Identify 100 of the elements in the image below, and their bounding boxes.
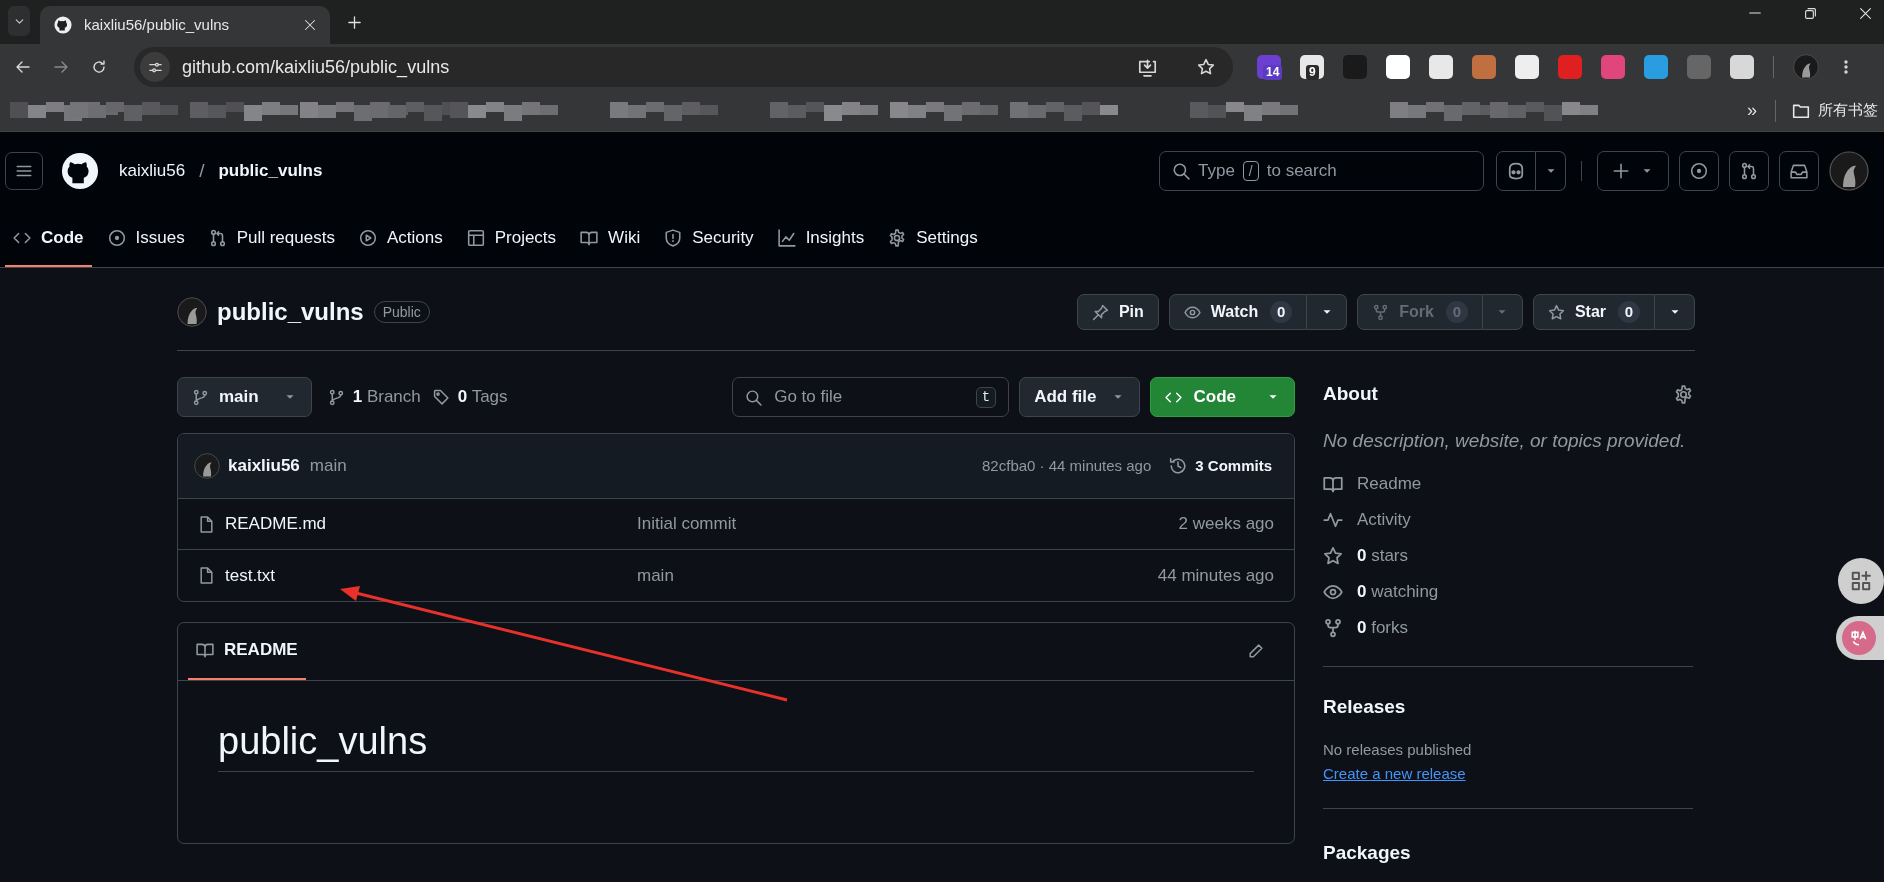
translate-icon (1842, 621, 1876, 655)
extension-icon[interactable] (1386, 55, 1410, 79)
install-icon (1138, 57, 1157, 77)
fork-icon (1372, 303, 1390, 321)
inbox-button[interactable] (1779, 151, 1819, 191)
graph-icon (777, 228, 796, 247)
more-bookmarks-button[interactable]: » (1747, 97, 1757, 124)
tag-icon (432, 388, 450, 406)
star-icon (1547, 303, 1565, 321)
book-icon (196, 641, 214, 659)
path-separator: / (199, 158, 205, 183)
add-file-button[interactable]: Add file (1019, 377, 1140, 417)
translate-button[interactable] (1836, 616, 1884, 660)
back-icon (15, 59, 31, 75)
site-info-button[interactable] (140, 52, 170, 82)
url-text: github.com/kaixliu56/public_vulns (182, 55, 450, 80)
shortcut-key: t (975, 386, 997, 408)
pull-requests-button[interactable] (1729, 151, 1769, 191)
shield-icon (664, 228, 683, 247)
edit-button[interactable] (1247, 643, 1264, 660)
commits-link[interactable]: 3 Commits (1169, 454, 1272, 478)
avatar (194, 453, 220, 479)
repo-link[interactable]: public_vulns (218, 158, 323, 184)
branches-link[interactable]: 1 Branch (352, 384, 421, 410)
plus-icon (1612, 162, 1630, 180)
address-bar[interactable]: github.com/kaixliu56/public_vulns (134, 47, 1233, 87)
tab-list-button[interactable] (8, 6, 30, 36)
grid-icon (1850, 570, 1872, 592)
file-name[interactable]: README.md (225, 511, 637, 537)
search-icon (745, 388, 763, 406)
tags-link[interactable]: 0 Tags (457, 384, 508, 410)
history-icon (1169, 457, 1188, 475)
commit-message[interactable]: Initial commit (637, 511, 737, 537)
about-link[interactable]: 0 forks (1357, 614, 1409, 641)
repo-action-button[interactable]: Star 0 (1532, 294, 1655, 330)
nav-tab[interactable]: Code (5, 210, 92, 267)
section-title: Packages (1323, 840, 1412, 865)
extension-icon[interactable]: 14 (1257, 55, 1281, 79)
nav-tab[interactable]: Actions (350, 210, 451, 267)
nav-tab[interactable]: Settings (880, 210, 986, 267)
bookmark-star-icon (1197, 58, 1215, 76)
all-bookmarks-button[interactable]: 所有书签 (1792, 99, 1878, 122)
nav-tab[interactable]: Pull requests (200, 210, 343, 267)
close-icon (1859, 6, 1872, 20)
repo-action-button[interactable]: Pin (1076, 294, 1159, 330)
about-link[interactable]: 0 stars (1357, 542, 1409, 569)
extension-badge: 9 (1306, 65, 1319, 80)
file-time: 2 weeks ago (1178, 513, 1274, 536)
reload-icon (91, 59, 107, 75)
readme-heading: public_vulns (218, 717, 1254, 772)
code-button[interactable]: Code (1149, 377, 1295, 417)
extension-icon[interactable] (1644, 55, 1668, 79)
file-name[interactable]: test.txt (225, 562, 637, 589)
commit-message[interactable]: main (637, 562, 674, 589)
pencil-icon (1247, 643, 1264, 660)
extension-icon[interactable] (1515, 55, 1539, 79)
go-to-file-field[interactable]: Go to file t (732, 377, 1010, 417)
commit-author[interactable]: kaixliu56 (228, 453, 300, 479)
commit-hash-time[interactable]: 82cfba0 · 44 minutes ago (982, 454, 1152, 478)
about-link[interactable]: 0 watching (1357, 578, 1439, 605)
github-logo[interactable] (61, 152, 99, 190)
branch-icon (327, 388, 345, 406)
settings-icon (1674, 384, 1693, 404)
extension-icon[interactable] (1730, 55, 1754, 79)
table-icon (466, 228, 485, 247)
side-tool-button[interactable] (1838, 558, 1884, 604)
extension-badge: 14 (1263, 65, 1283, 80)
nav-tab[interactable]: Projects (458, 210, 565, 267)
menu-button[interactable] (5, 152, 43, 190)
section-title: Releases (1323, 694, 1407, 719)
create-button[interactable] (1597, 151, 1669, 191)
nav-tab[interactable]: Security (656, 210, 762, 267)
extension-icon[interactable] (1429, 55, 1453, 79)
issues-button[interactable] (1679, 151, 1719, 191)
repo-description: No description, website, or topics provided. (1323, 429, 1687, 453)
close-window-button[interactable] (1859, 6, 1872, 20)
repo-action-button[interactable]: Watch 0 (1168, 294, 1308, 330)
nav-tab[interactable]: Insights (769, 210, 873, 267)
browser-tab[interactable]: kaixliu56/public_vulns (40, 6, 330, 44)
releases-note: No releases published (1323, 740, 1473, 760)
copilot-button[interactable] (1496, 151, 1536, 191)
commit-message[interactable]: main (309, 453, 347, 479)
nav-tab[interactable]: Issues (99, 210, 193, 267)
owner-link[interactable]: kaixliu56 (119, 158, 186, 184)
pull-request-icon (1740, 162, 1758, 180)
nav-tab[interactable]: Wiki (572, 210, 649, 267)
create-release-link[interactable]: Create a new release (1323, 764, 1466, 782)
close-icon (304, 19, 316, 31)
shortcut-key: / (1242, 161, 1259, 181)
branch-selector[interactable]: main (177, 377, 312, 417)
readme-tab[interactable]: README (188, 622, 306, 680)
about-link[interactable]: Readme (1357, 470, 1422, 497)
about-link[interactable]: Activity (1357, 506, 1411, 533)
extension-icon[interactable]: 9 (1300, 55, 1324, 79)
play-icon (358, 228, 377, 247)
tab-title: kaixliu56/public_vulns (84, 14, 230, 35)
inbox-icon (1790, 162, 1808, 180)
restore-button[interactable] (1804, 6, 1817, 20)
settings-button[interactable] (1674, 384, 1693, 404)
search-field[interactable]: Type / to search (1159, 151, 1484, 191)
